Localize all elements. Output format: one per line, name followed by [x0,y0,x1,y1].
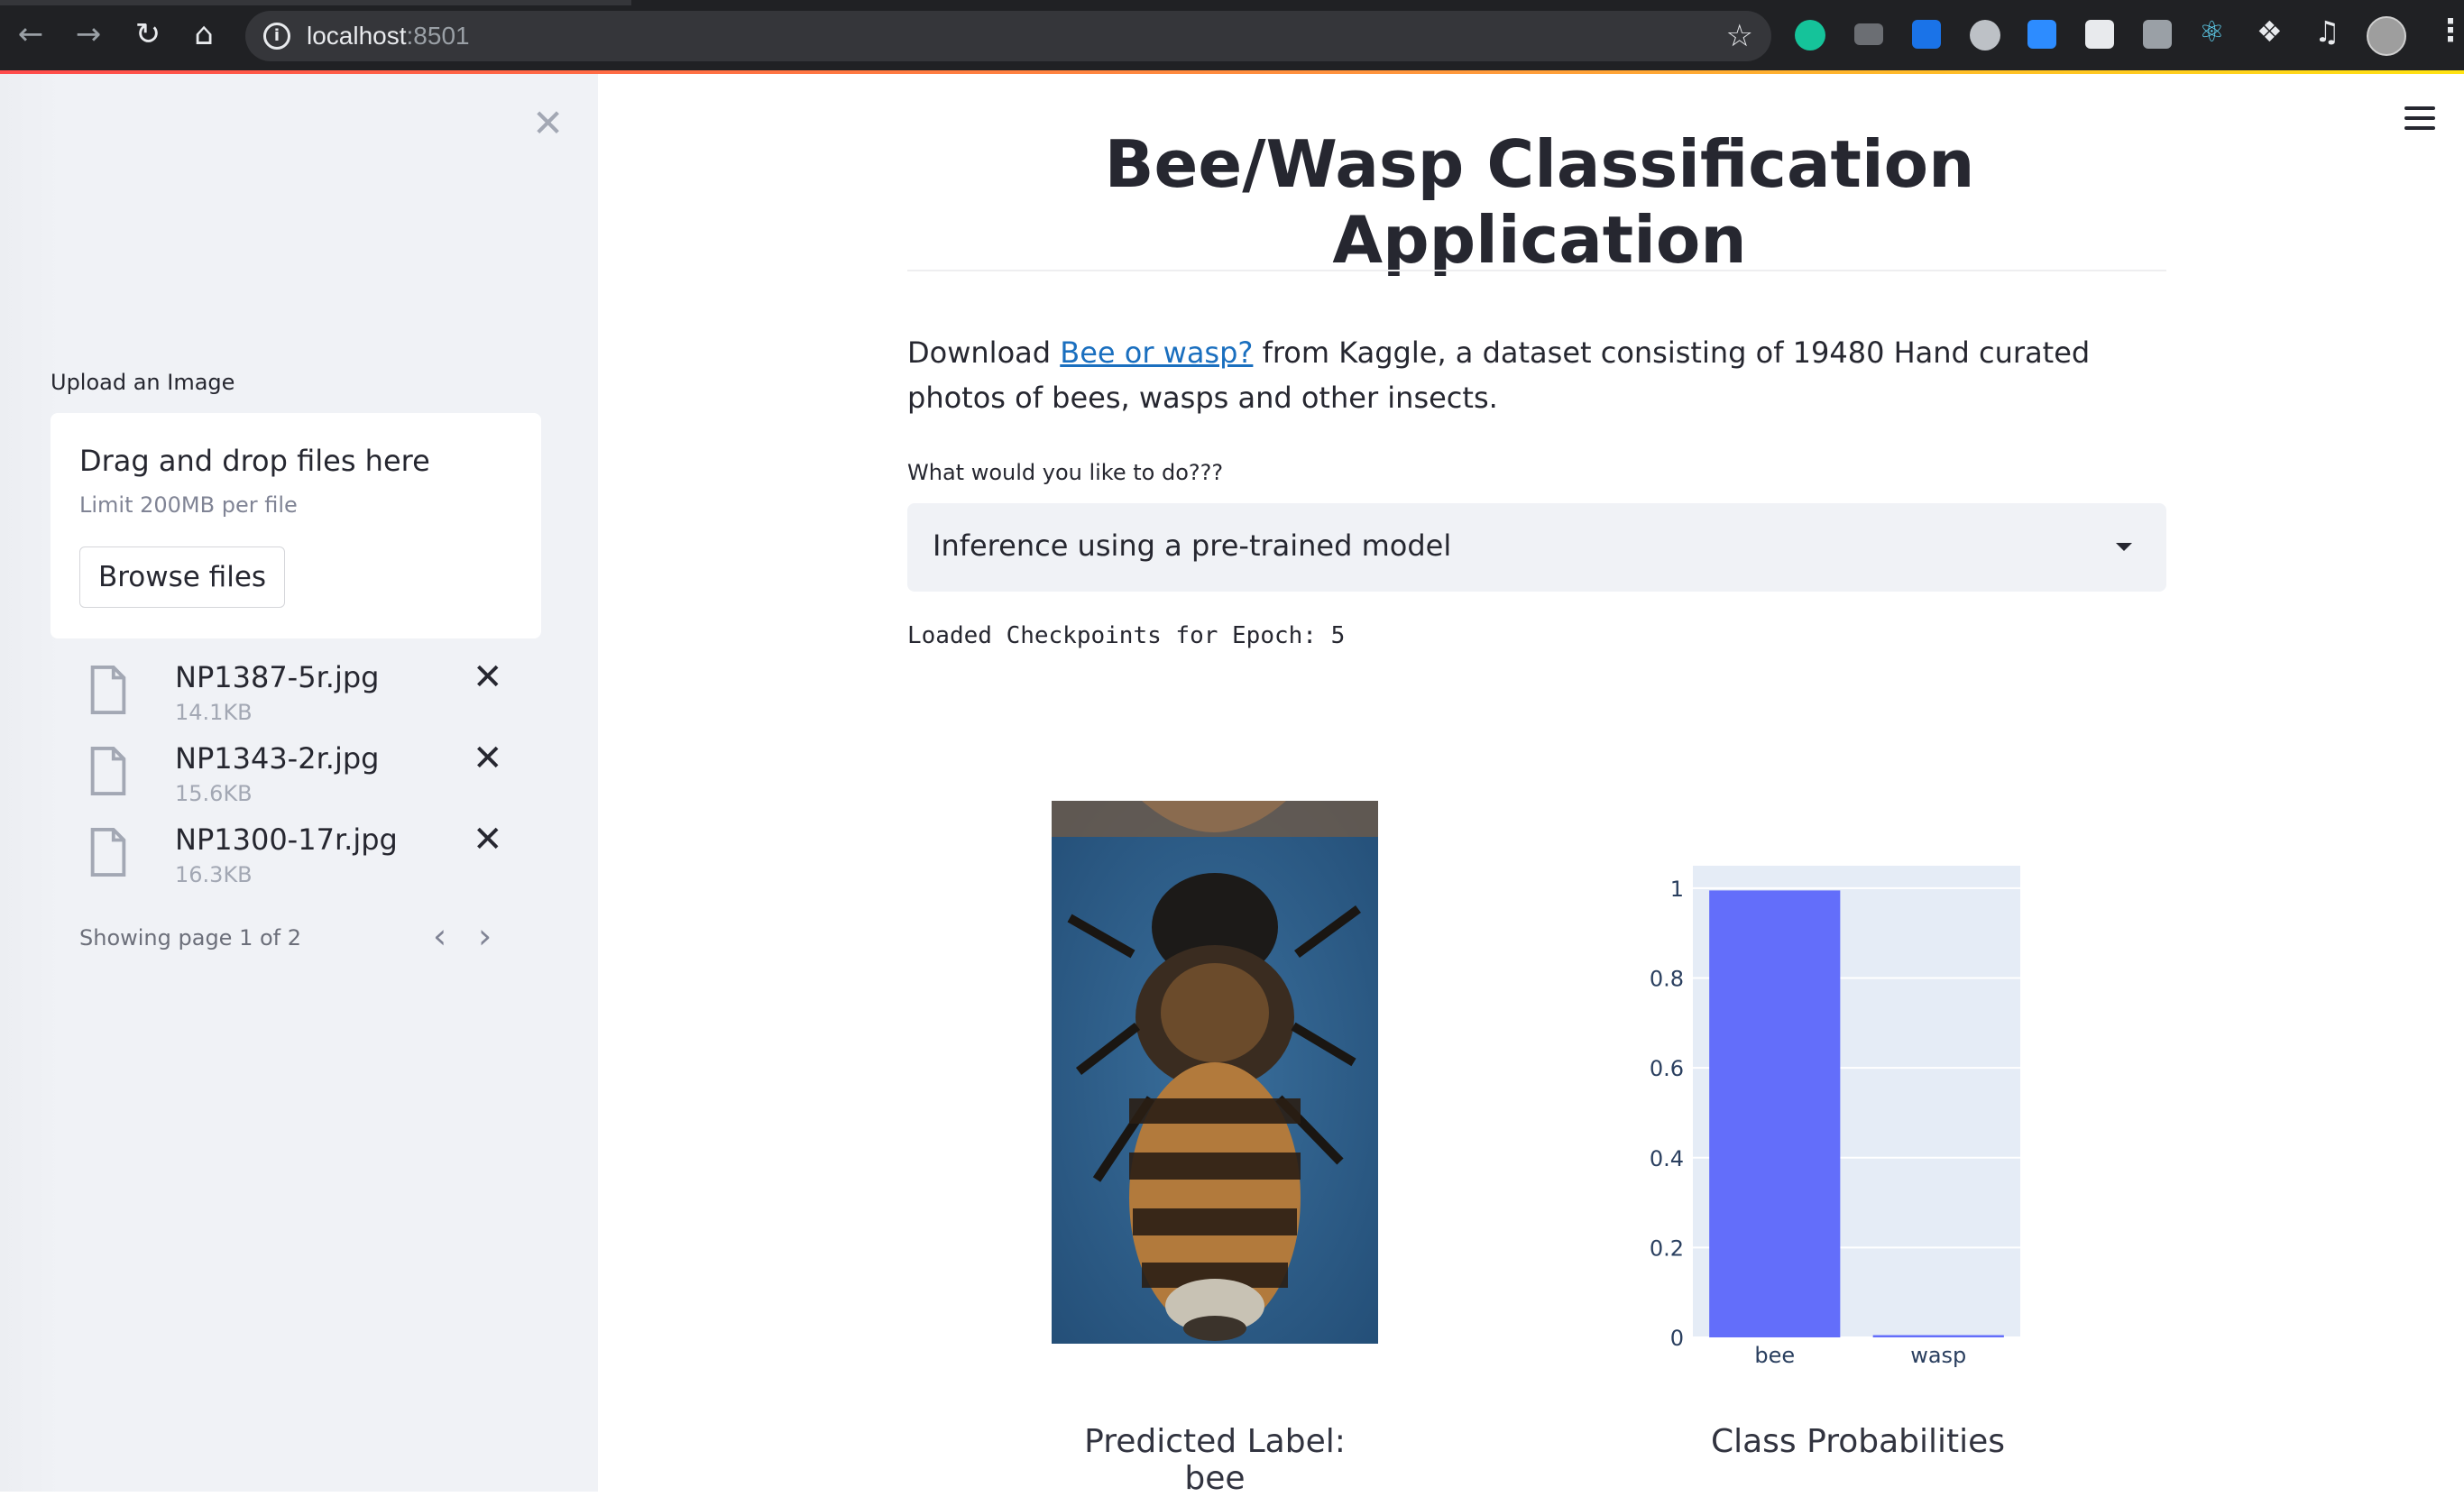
bookmark-star-icon[interactable]: ☆ [1726,18,1753,54]
file-name: NP1300-17r.jpg [175,822,398,857]
dropzone-title: Drag and drop files here [79,444,430,478]
action-select-value: Inference using a pre-trained model [933,528,1452,563]
uploaded-file-row: NP1387-5r.jpg 14.1KB ✕ [87,657,519,732]
url-host: localhost [307,22,407,50]
y-tick-label: 0.4 [1650,1146,1684,1171]
intro-prefix: Download [907,335,1061,370]
file-icon [90,747,126,795]
x-tick-labels: bee wasp [1754,1343,1966,1368]
chart-caption: Class Probabilities [1710,1423,2006,1460]
react-devtools-icon[interactable]: ⚛ [2199,14,2225,49]
y-tick-label: 0.6 [1650,1056,1684,1081]
x-tick-label: wasp [1910,1343,1966,1368]
browser-toolbar: ← → ↻ ⌂ i localhost:8501 ☆ ⚛ ❖ ♫ ⋮ [0,0,2464,74]
checkpoint-status: Loaded Checkpoints for Epoch: 5 [907,622,1346,649]
uploaded-file-row: NP1343-2r.jpg 15.6KB ✕ [87,738,519,813]
file-size: 14.1KB [175,700,253,725]
class-probabilities-chart: 0 0.2 0.4 0.6 0.8 1 bee wasp [1650,866,2020,1368]
url-port: :8501 [406,22,470,50]
y-tick-label: 1 [1670,877,1684,902]
circle-extension-icon[interactable] [1970,20,2000,51]
browser-menu-icon[interactable]: ⋮ [2435,13,2464,49]
reader-extension-icon[interactable] [2085,20,2114,49]
browse-files-button[interactable]: Browse files [79,546,285,608]
forward-icon[interactable]: → [70,16,106,52]
predicted-label-caption: Predicted Label: bee [1084,1423,1346,1497]
remove-file-icon[interactable]: ✕ [473,657,503,698]
x-tick-label: bee [1754,1343,1795,1368]
file-size: 16.3KB [175,862,253,887]
extensions-puzzle-icon[interactable]: ❖ [2257,14,2283,49]
grammarly-extension-icon[interactable] [1795,20,1825,51]
file-size: 15.6KB [175,781,253,806]
sidebar: ✕ Upload an Image Drag and drop files he… [0,74,598,1492]
chevron-down-icon[interactable] [2116,543,2132,551]
y-tick-label: 0.8 [1650,967,1684,992]
dropzone-limit: Limit 200MB per file [79,492,298,518]
page-title: Bee/Wasp Classification Application [1104,126,1975,278]
remove-file-icon[interactable]: ✕ [473,738,503,779]
media-control-icon[interactable]: ♫ [2314,14,2340,49]
bee-image [1052,801,1378,1344]
file-dropzone[interactable]: Drag and drop files here Limit 200MB per… [51,413,541,638]
app-menu-icon[interactable] [2404,106,2435,133]
url-text: localhost:8501 [307,22,470,51]
y-tick-label: 0.2 [1650,1235,1684,1261]
bar-bee[interactable] [1709,890,1841,1337]
action-select[interactable]: Inference using a pre-trained model [907,503,2166,592]
profile-avatar[interactable] [2367,16,2406,56]
home-icon[interactable]: ⌂ [186,16,222,52]
previous-page-icon[interactable]: ‹ [433,916,446,956]
y-tick-label: 0 [1670,1326,1684,1351]
file-icon [90,828,126,877]
reload-icon[interactable]: ↻ [130,16,166,52]
pagination-text: Showing page 1 of 2 [79,925,301,951]
sidebar-close-icon[interactable]: ✕ [532,101,564,145]
bar-wasp[interactable] [1872,1335,2004,1337]
site-info-icon[interactable]: i [263,23,290,50]
file-icon [90,666,126,714]
k-extension-icon[interactable] [2143,20,2172,49]
next-page-icon[interactable]: › [478,916,492,956]
address-bar[interactable]: i localhost:8501 ☆ [245,11,1771,61]
translate-extension-icon[interactable] [1912,20,1941,49]
uploaded-file-row: NP1300-17r.jpg 16.3KB ✕ [87,819,519,895]
intro-paragraph: Download Bee or wasp? from Kaggle, a dat… [907,330,2170,420]
dataset-link[interactable]: Bee or wasp? [1060,335,1253,370]
screen-extension-icon[interactable] [1854,23,1883,45]
file-name: NP1387-5r.jpg [175,660,380,694]
action-question-label: What would you like to do??? [907,460,1224,485]
zoom-extension-icon[interactable] [2027,20,2056,49]
tab-strip [0,0,2464,5]
remove-file-icon[interactable]: ✕ [473,819,503,860]
y-tick-labels: 0 0.2 0.4 0.6 0.8 1 [1650,877,1684,1351]
upload-label: Upload an Image [51,370,235,395]
back-icon[interactable]: ← [13,16,49,52]
file-name: NP1343-2r.jpg [175,741,380,776]
divider [907,270,2166,271]
